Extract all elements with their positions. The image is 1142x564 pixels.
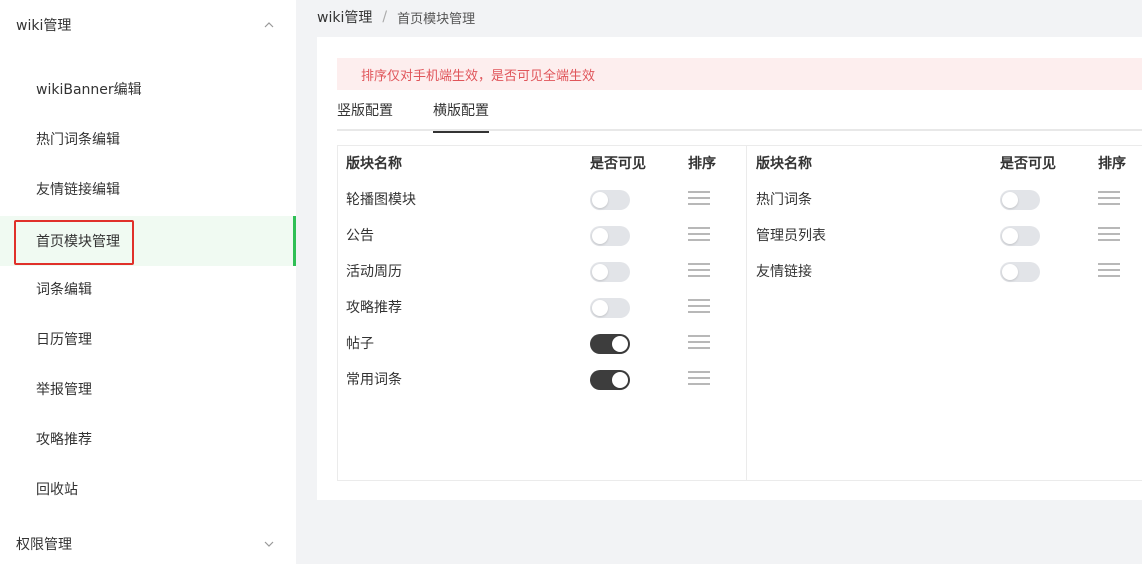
table-row: 常用词条 [338, 362, 746, 398]
module-name: 管理员列表 [756, 228, 826, 244]
tab-vertical-config[interactable]: 竖版配置 [337, 97, 393, 131]
menu-group-wiki[interactable]: wiki管理 [0, 0, 296, 50]
header-module-name: 版块名称 [346, 156, 402, 172]
sidebar-item-label: 友情链接编辑 [36, 182, 120, 198]
table-row: 帖子 [338, 326, 746, 362]
breadcrumb-current: 首页模块管理 [397, 11, 476, 27]
module-name: 轮播图模块 [346, 192, 416, 208]
table-row: 活动周历 [338, 254, 746, 290]
table-row: 轮播图模块 [338, 182, 746, 218]
toggle-knob [1002, 192, 1018, 208]
sidebar-item-label: 攻略推荐 [36, 432, 92, 448]
toggle-knob [592, 264, 608, 280]
tab-horizontal-config[interactable]: 横版配置 [433, 97, 489, 133]
sidebar-item-label: 回收站 [36, 482, 78, 498]
table-row: 管理员列表 [747, 218, 1142, 254]
chevron-down-icon [264, 541, 274, 547]
visibility-toggle[interactable] [590, 298, 630, 318]
module-name: 帖子 [346, 336, 374, 352]
module-name: 活动周历 [346, 264, 402, 280]
table-row: 公告 [338, 218, 746, 254]
module-name: 热门词条 [756, 192, 812, 208]
drag-handle-icon[interactable] [688, 227, 710, 243]
sidebar: wiki管理 wikiBanner编辑 热门词条编辑 友情链接编辑 首页模块管理… [0, 0, 296, 564]
visibility-toggle[interactable] [590, 190, 630, 210]
tab-label: 横版配置 [433, 103, 489, 119]
sidebar-item-reports[interactable]: 举报管理 [0, 364, 296, 414]
toggle-knob [592, 192, 608, 208]
visibility-toggle[interactable] [590, 262, 630, 282]
sidebar-item-guides[interactable]: 攻略推荐 [0, 414, 296, 464]
visibility-toggle[interactable] [590, 370, 630, 390]
toggle-knob [1002, 264, 1018, 280]
header-visible: 是否可见 [590, 156, 646, 172]
toggle-knob [592, 300, 608, 316]
module-name: 公告 [346, 228, 374, 244]
visibility-toggle[interactable] [1000, 226, 1040, 246]
menu-group-wiki-label: wiki管理 [16, 18, 72, 34]
drag-handle-icon[interactable] [1098, 191, 1120, 207]
breadcrumb-root[interactable]: wiki管理 [317, 7, 372, 27]
table-row: 友情链接 [747, 254, 1142, 290]
visibility-toggle[interactable] [590, 226, 630, 246]
sidebar-item-label: 词条编辑 [36, 282, 92, 298]
module-table-right: 版块名称 是否可见 排序 热门词条管理员列表友情链接 [746, 146, 1142, 480]
sidebar-item-label: 日历管理 [36, 332, 92, 348]
menu-group-permissions[interactable]: 权限管理 [0, 519, 296, 564]
toggle-knob [612, 336, 628, 352]
table-row: 热门词条 [747, 182, 1142, 218]
visibility-toggle[interactable] [1000, 190, 1040, 210]
visibility-toggle[interactable] [1000, 262, 1040, 282]
module-name: 攻略推荐 [346, 300, 402, 316]
toggle-knob [1002, 228, 1018, 244]
breadcrumb: wiki管理 / 首页模块管理 [317, 0, 475, 34]
sort-notice-alert: 排序仅对手机端生效，是否可见全端生效 [337, 58, 1142, 90]
breadcrumb-separator: / [382, 9, 388, 25]
drag-handle-icon[interactable] [688, 335, 710, 351]
drag-handle-icon[interactable] [1098, 227, 1120, 243]
header-module-name: 版块名称 [756, 156, 812, 172]
sidebar-item-wikibanner[interactable]: wikiBanner编辑 [0, 64, 296, 114]
sidebar-item-entry-edit[interactable]: 词条编辑 [0, 264, 296, 314]
header-sort: 排序 [688, 156, 716, 172]
menu-group-permissions-label: 权限管理 [16, 537, 72, 553]
drag-handle-icon[interactable] [1098, 263, 1120, 279]
header-sort: 排序 [1098, 156, 1126, 172]
sidebar-item-label: 首页模块管理 [36, 234, 120, 250]
alert-text: 排序仅对手机端生效，是否可见全端生效 [361, 68, 596, 84]
sidebar-item-friend-links[interactable]: 友情链接编辑 [0, 164, 296, 214]
main-panel: 排序仅对手机端生效，是否可见全端生效 竖版配置 横版配置 版块名称 是否可见 排… [317, 37, 1142, 500]
sidebar-item-label: 举报管理 [36, 382, 92, 398]
sidebar-item-recycle-bin[interactable]: 回收站 [0, 464, 296, 514]
drag-handle-icon[interactable] [688, 263, 710, 279]
table-row: 攻略推荐 [338, 290, 746, 326]
drag-handle-icon[interactable] [688, 191, 710, 207]
visibility-toggle[interactable] [590, 334, 630, 354]
module-name: 常用词条 [346, 372, 402, 388]
chevron-up-icon [264, 22, 274, 28]
config-tabs: 竖版配置 横版配置 [337, 97, 1142, 133]
module-table: 版块名称 是否可见 排序 轮播图模块公告活动周历攻略推荐帖子常用词条 版块名称 … [337, 145, 1142, 481]
module-name: 友情链接 [756, 264, 812, 280]
tab-label: 竖版配置 [337, 103, 393, 119]
sidebar-item-home-modules[interactable]: 首页模块管理 [0, 216, 296, 266]
sidebar-item-label: 热门词条编辑 [36, 132, 120, 148]
sidebar-item-hot-entries[interactable]: 热门词条编辑 [0, 114, 296, 164]
drag-handle-icon[interactable] [688, 299, 710, 315]
header-visible: 是否可见 [1000, 156, 1056, 172]
module-table-left: 版块名称 是否可见 排序 轮播图模块公告活动周历攻略推荐帖子常用词条 [338, 146, 746, 480]
sidebar-item-label: wikiBanner编辑 [36, 82, 142, 98]
drag-handle-icon[interactable] [688, 371, 710, 387]
toggle-knob [612, 372, 628, 388]
sidebar-item-calendar[interactable]: 日历管理 [0, 314, 296, 364]
toggle-knob [592, 228, 608, 244]
